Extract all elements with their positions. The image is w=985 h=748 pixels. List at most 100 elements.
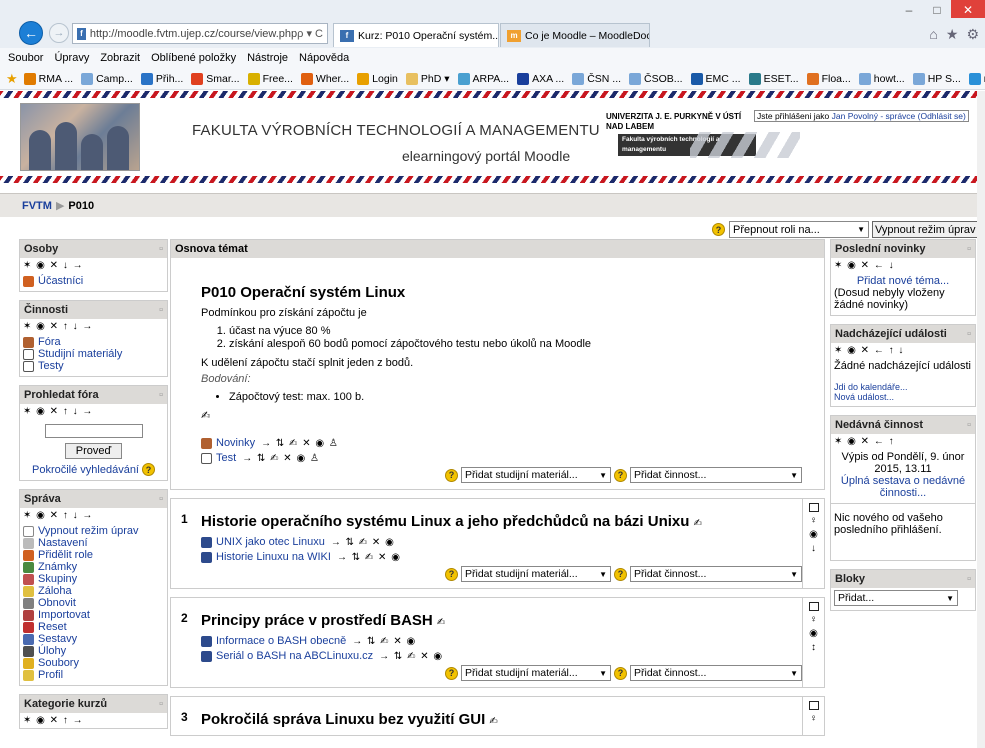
lightbulb-icon[interactable]: ♀	[810, 713, 818, 724]
hide-block-icon[interactable]: ▫	[967, 573, 971, 585]
admin-link[interactable]: Profil	[38, 669, 63, 681]
hide-block-icon[interactable]: ▫	[967, 243, 971, 255]
edit-summary-icon[interactable]: ✍	[201, 409, 794, 422]
block-controls[interactable]: ✶ ◉ ✕ ↑ ↓ →	[20, 404, 167, 419]
admin-link[interactable]: Reset	[38, 621, 67, 633]
add-resource-select[interactable]: Přidat studijní materiál... ▼	[461, 566, 611, 582]
admin-link[interactable]: Vypnout režim úprav	[38, 525, 138, 537]
favorite-item[interactable]: PhD ▾	[405, 72, 450, 85]
activity-edit-controls[interactable]: → ⇅ ✍ ✕ ◉	[337, 552, 401, 563]
activity-link[interactable]: Informace o BASH obecně	[216, 635, 346, 647]
favorite-item[interactable]: RMA ...	[23, 72, 73, 85]
activity-edit-controls[interactable]: → ⇅ ✍ ✕ ◉	[331, 537, 395, 548]
add-activity-select[interactable]: Přidat činnost... ▼	[630, 467, 802, 483]
favorite-item[interactable]: ČSOB...	[629, 72, 683, 85]
help-icon[interactable]: ?	[614, 567, 627, 581]
minimize-icon[interactable]: –	[895, 0, 923, 20]
new-event-link[interactable]: Nová událost...	[834, 392, 894, 402]
favorites-star-icon[interactable]: ★	[946, 26, 959, 43]
link-studijni-materialy[interactable]: Studijní materiály	[38, 348, 122, 360]
login-user-link[interactable]: Jan Povolný - správce (Odhlásit se)	[832, 111, 966, 121]
favorites-star-icon[interactable]: ★	[6, 71, 18, 87]
maximize-icon[interactable]: □	[923, 0, 951, 20]
favorite-item[interactable]: Wher...	[300, 72, 349, 85]
add-activity-select[interactable]: Přidat činnost... ▼	[630, 665, 802, 681]
block-controls[interactable]: ✶ ◉ ✕ ↓ →	[20, 258, 167, 273]
block-controls[interactable]: ✶ ◉ ✕ ← ↓	[831, 258, 975, 273]
block-controls[interactable]: ✶ ◉ ✕ ↑ →	[20, 713, 167, 728]
lightbulb-icon[interactable]: ♀	[810, 614, 818, 625]
admin-link[interactable]: Přidělit role	[38, 549, 93, 561]
admin-link[interactable]: Nastavení	[38, 537, 88, 549]
activity-link[interactable]: Test	[216, 452, 236, 464]
help-icon[interactable]: ?	[614, 468, 627, 482]
favorite-item[interactable]: ARPA...	[457, 72, 509, 85]
hide-block-icon[interactable]: ▫	[159, 243, 163, 255]
help-icon[interactable]: ?	[445, 468, 458, 482]
eye-icon[interactable]: ◉	[809, 628, 818, 639]
forum-search-input[interactable]	[44, 424, 143, 438]
activity-link[interactable]: UNIX jako otec Linuxu	[216, 536, 325, 548]
gear-icon[interactable]: ⚙	[966, 26, 979, 43]
link-fora[interactable]: Fóra	[38, 336, 61, 348]
menu-oblibene[interactable]: Oblíbené položky	[151, 52, 236, 64]
favorite-item[interactable]: Smar...	[191, 72, 240, 85]
hide-block-icon[interactable]: ▫	[159, 493, 163, 505]
block-controls[interactable]: ✶ ◉ ✕ ↑ ↓ →	[20, 319, 167, 334]
help-icon[interactable]: ?	[445, 666, 458, 680]
home-icon[interactable]: ⌂	[929, 26, 937, 43]
favorite-item[interactable]: EMC ...	[690, 72, 741, 85]
activity-edit-controls[interactable]: → ⇅ ✍ ✕ ◉ ♙	[242, 453, 320, 464]
hide-block-icon[interactable]: ▫	[967, 419, 971, 431]
menu-nastroje[interactable]: Nástroje	[247, 52, 288, 64]
activity-edit-controls[interactable]: → ⇅ ✍ ✕ ◉	[379, 651, 443, 662]
admin-link[interactable]: Sestavy	[38, 633, 77, 645]
breadcrumb-fvtm[interactable]: FVTM	[22, 200, 52, 212]
close-window-icon[interactable]: ✕	[951, 0, 985, 20]
favorite-item[interactable]: ESET...	[748, 72, 799, 85]
admin-link[interactable]: Soubory	[38, 657, 79, 669]
admin-link[interactable]: Skupiny	[38, 573, 77, 585]
edit-summary-icon[interactable]: ✍	[437, 617, 445, 628]
menu-soubor[interactable]: Soubor	[8, 52, 43, 64]
lightbulb-icon[interactable]: ♀	[810, 515, 818, 526]
activity-edit-controls[interactable]: → ⇅ ✍ ✕ ◉ ♙	[261, 438, 339, 449]
admin-link[interactable]: Známky	[38, 561, 77, 573]
highlight-box-icon[interactable]	[808, 602, 819, 611]
admin-link[interactable]: Úlohy	[38, 645, 66, 657]
move-down-icon[interactable]: ↕	[811, 642, 816, 653]
edit-summary-icon[interactable]: ✍	[489, 716, 497, 727]
activity-link[interactable]: Novinky	[216, 437, 255, 449]
activity-link[interactable]: Historie Linuxu na WIKI	[216, 551, 331, 563]
activity-link[interactable]: Seriál o BASH na ABCLinuxu.cz	[216, 650, 373, 662]
full-report-link[interactable]: Úplná sestava o nedávné činnosti...	[841, 475, 965, 499]
highlight-box-icon[interactable]	[808, 701, 819, 710]
hide-block-icon[interactable]: ▫	[967, 328, 971, 340]
help-icon[interactable]: ?	[712, 223, 725, 236]
back-button[interactable]: ←	[19, 21, 43, 45]
admin-link[interactable]: Obnovit	[38, 597, 76, 609]
favorite-item[interactable]: Floa...	[806, 72, 851, 85]
favorite-item[interactable]: howt...	[858, 72, 905, 85]
block-controls[interactable]: ✶ ◉ ✕ ← ↑ ↓	[831, 343, 975, 358]
block-controls[interactable]: ✶ ◉ ✕ ↑ ↓ →	[20, 508, 167, 523]
add-activity-select[interactable]: Přidat činnost... ▼	[630, 566, 802, 582]
hide-block-icon[interactable]: ▫	[159, 389, 163, 401]
favorite-item[interactable]: moje...	[968, 72, 985, 85]
turn-editing-off-button[interactable]: Vypnout režim úprav	[872, 221, 979, 238]
help-icon[interactable]: ?	[142, 463, 155, 476]
address-controls[interactable]: ρ ▾ C	[297, 27, 327, 40]
link-testy[interactable]: Testy	[38, 360, 64, 372]
search-button[interactable]: Proveď	[64, 443, 123, 459]
add-resource-select[interactable]: Přidat studijní materiál... ▼	[461, 665, 611, 681]
eye-icon[interactable]: ◉	[809, 529, 818, 540]
menu-upravy[interactable]: Úpravy	[54, 52, 89, 64]
menu-zobrazit[interactable]: Zobrazit	[100, 52, 140, 64]
hide-block-icon[interactable]: ▫	[159, 698, 163, 710]
add-topic-link[interactable]: Přidat nové téma...	[857, 275, 949, 287]
admin-link[interactable]: Záloha	[38, 585, 72, 597]
favorite-item[interactable]: HP S...	[912, 72, 961, 85]
move-down-icon[interactable]: ↓	[811, 543, 816, 554]
help-icon[interactable]: ?	[445, 567, 458, 581]
edit-summary-icon[interactable]: ✍	[694, 518, 702, 529]
